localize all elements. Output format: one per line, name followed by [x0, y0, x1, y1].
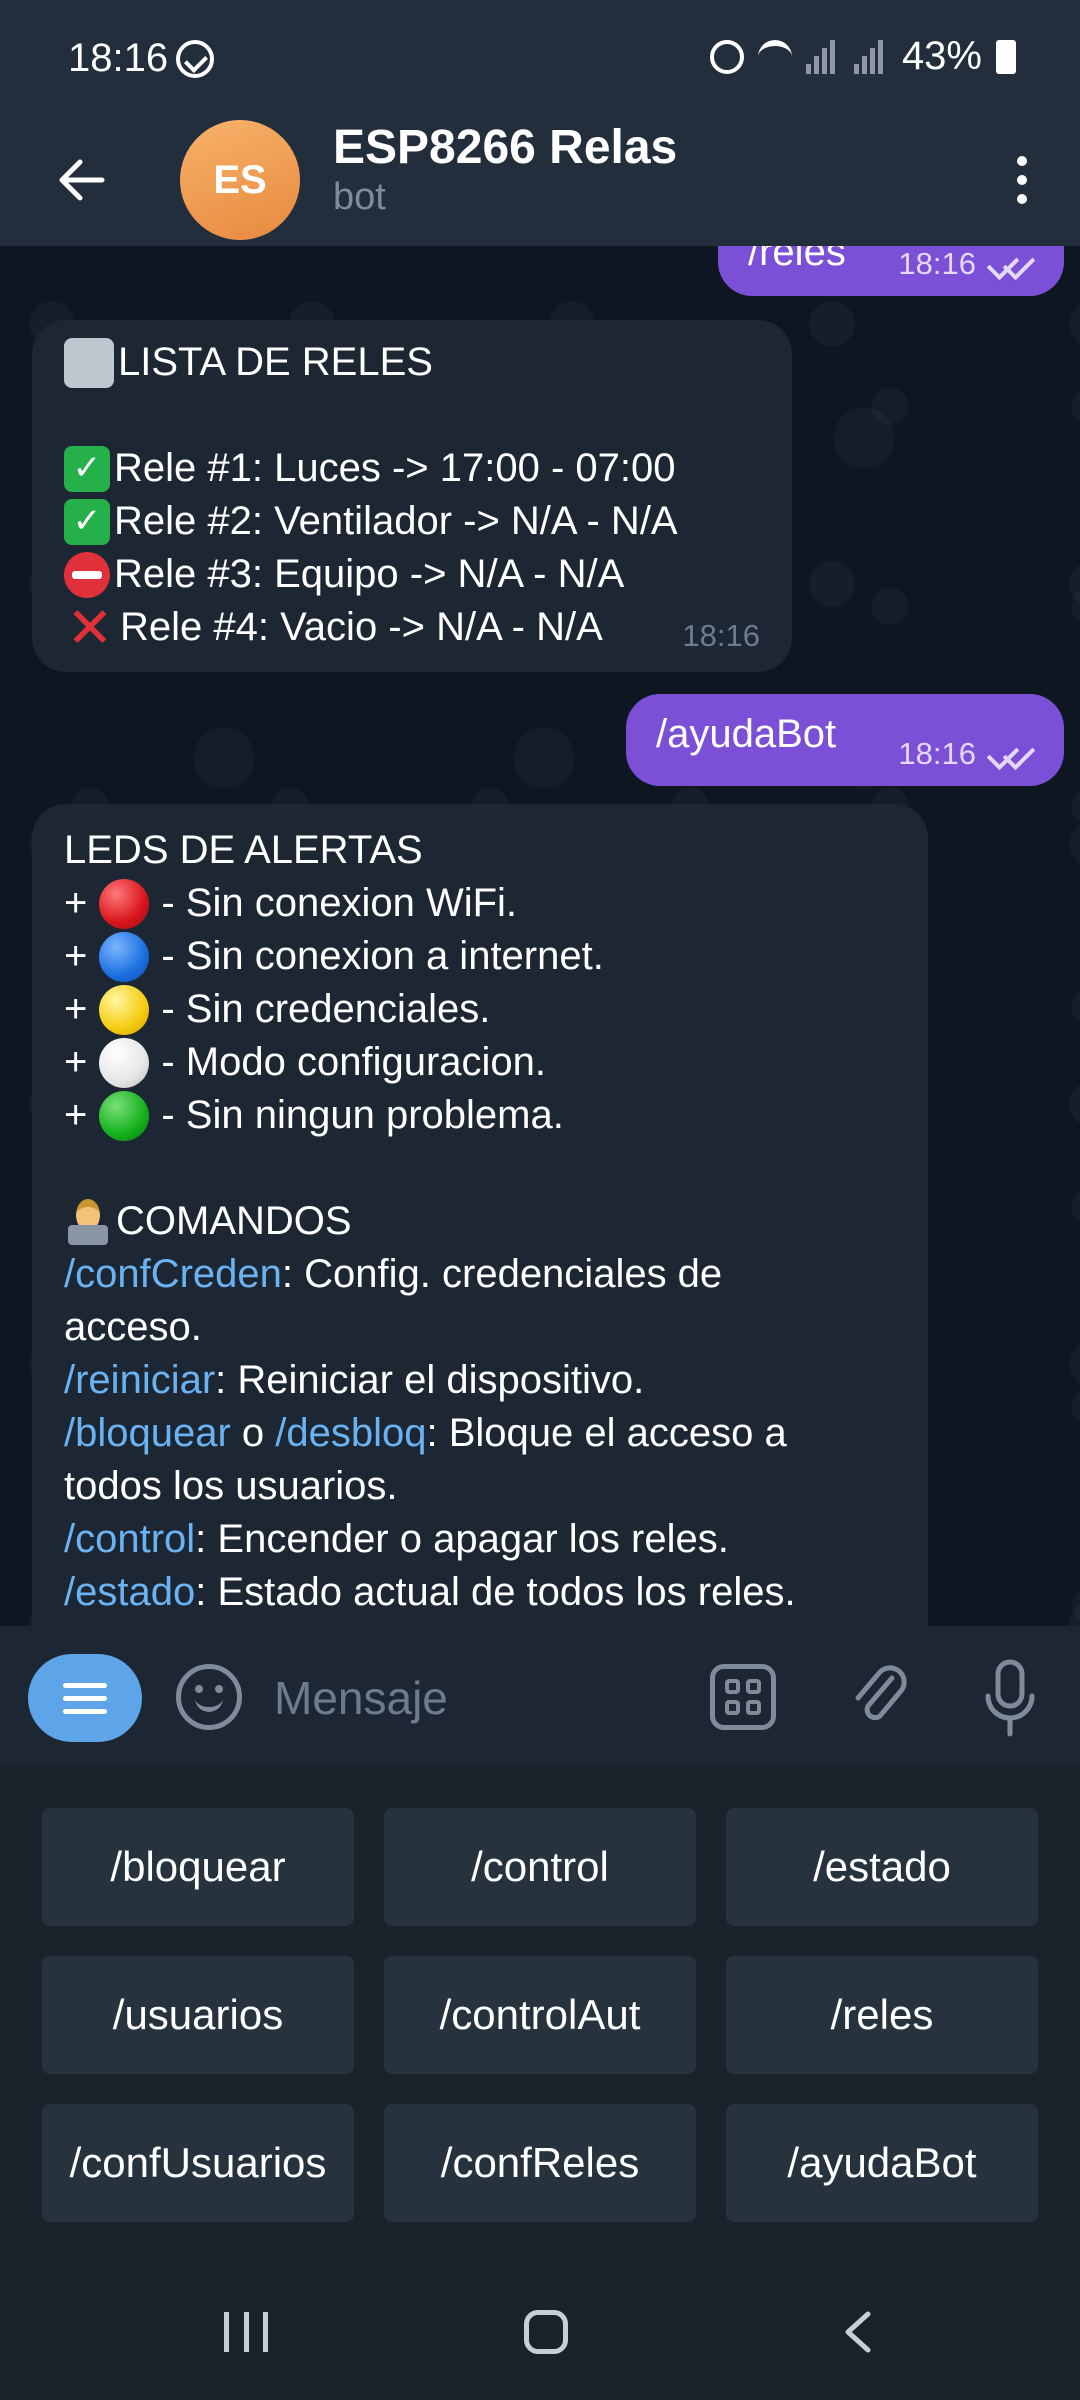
green-circle-icon: [99, 1090, 150, 1141]
command-link[interactable]: /control: [64, 1513, 195, 1566]
paperclip-icon[interactable]: [848, 1656, 908, 1736]
battery-icon: [996, 39, 1016, 74]
back-button[interactable]: [44, 142, 120, 218]
check-mark-icon: ✓: [64, 498, 110, 545]
command-line: /reiniciar: Reiniciar el dispositivo.: [64, 1354, 896, 1407]
cross-mark-icon: ✕: [66, 596, 114, 659]
message-incoming[interactable]: LEDS DE ALERTAS + - Sin conexion WiFi. + -…: [32, 804, 928, 1626]
bot-keyboard: /bloquear /control /estado /usuarios /co…: [0, 1766, 1080, 2266]
led-line: + - Modo configuracion.: [64, 1036, 896, 1089]
wifi-icon: [757, 39, 792, 74]
relay-line: Rele #4: Vacio -> N/A - N/A: [120, 605, 603, 649]
signal-icon: [853, 39, 888, 74]
avatar[interactable]: ES: [180, 120, 300, 240]
battery-percent: 43%: [901, 34, 982, 78]
check-mark-icon: ✓: [64, 445, 110, 492]
emoji-icon[interactable]: [176, 1664, 242, 1730]
command-line: /estado: Estado actual de todos los rele…: [64, 1566, 896, 1619]
message-meta: 18:16: [898, 246, 1034, 290]
relay-line: Rele #3: Equipo -> N/A - N/A: [114, 552, 625, 596]
command-line: /confCreden: Config. credenciales de: [64, 1248, 896, 1301]
message-line: ✓ Rele #1: Luces -> 17:00 - 07:00: [64, 442, 760, 495]
back-icon[interactable]: [842, 2310, 872, 2354]
message-incoming[interactable]: LISTA DE RELES ✓ Rele #1: Luces -> 17:00…: [32, 320, 792, 672]
chat-history[interactable]: /reles 18:16 LISTA DE RELES ✓ Rele #1: L…: [0, 246, 1080, 1626]
message-meta: 18:16: [682, 609, 760, 662]
chat-subtitle: bot: [333, 176, 386, 218]
message-time: 18:16: [682, 618, 760, 653]
commands-title: COMANDOS: [116, 1199, 352, 1243]
command-line-cont: acceso.: [64, 1305, 202, 1349]
led-line: + - Sin credenciales.: [64, 983, 896, 1036]
message-line: ✓ Rele #2: Ventilador -> N/A - N/A: [64, 495, 760, 548]
more-menu-button[interactable]: [992, 140, 1052, 220]
message-input-bar: [0, 1626, 1080, 1766]
alarm-icon: [709, 39, 744, 74]
keyboard-button[interactable]: /control: [384, 1808, 696, 1926]
microphone-icon[interactable]: [980, 1656, 1040, 1740]
leds-title: LEDS DE ALERTAS: [64, 828, 423, 872]
message-text: /ayudaBot: [656, 712, 837, 756]
command-line: /control: Encender o apagar los reles.: [64, 1513, 896, 1566]
command-link[interactable]: /desbloq: [275, 1407, 426, 1460]
led-line: + - Sin conexion WiFi.: [64, 877, 896, 930]
message-time: 18:16: [898, 736, 976, 771]
message-outgoing[interactable]: /ayudaBot 18:16: [626, 694, 1064, 786]
message-line: COMANDOS: [64, 1195, 896, 1248]
keyboard-button[interactable]: /usuarios: [42, 1956, 354, 2074]
relay-line: Rele #1: Luces -> 17:00 - 07:00: [114, 446, 676, 490]
command-line-cont: todos los usuarios.: [64, 1464, 398, 1508]
home-icon[interactable]: [524, 2310, 568, 2354]
recent-apps-icon[interactable]: [224, 2312, 268, 2352]
command-line: /bloquear o /desbloq: Bloque el acceso a: [64, 1407, 896, 1460]
double-check-icon: [986, 250, 1034, 278]
keyboard-button[interactable]: /confReles: [384, 2104, 696, 2222]
command-link[interactable]: /confCreden: [64, 1248, 282, 1301]
red-circle-icon: [99, 878, 150, 929]
relay-line: Rele #2: Ventilador -> N/A - N/A: [114, 499, 678, 543]
message-line: Rele #3: Equipo -> N/A - N/A: [64, 548, 760, 601]
blue-circle-icon: [99, 931, 150, 982]
message-line: ✕ Rele #4: Vacio -> N/A - N/A: [64, 596, 760, 659]
message-text: /reles: [748, 246, 846, 274]
message-outgoing[interactable]: /reles 18:16: [718, 246, 1064, 296]
message-time: 18:16: [898, 246, 976, 281]
keyboard-button[interactable]: /confUsuarios: [42, 2104, 354, 2222]
bot-keyboard-toggle-button[interactable]: [28, 1654, 142, 1742]
status-icons: 43%: [709, 34, 1016, 79]
keyboard-button[interactable]: /ayudaBot: [726, 2104, 1038, 2222]
keyboard-button[interactable]: /reles: [726, 1956, 1038, 2074]
arrow-left-icon: [59, 159, 105, 201]
keyboard-button[interactable]: /bloquear: [42, 1808, 354, 1926]
chat-title[interactable]: ESP8266 Relas: [333, 120, 677, 175]
command-link[interactable]: /bloquear: [64, 1407, 231, 1460]
status-time: 18:16: [68, 36, 169, 80]
keyboard-button[interactable]: /estado: [726, 1808, 1038, 1926]
control-knobs-icon: [64, 337, 114, 388]
sync-icon: [176, 40, 214, 78]
led-line: + - Sin ningun problema.: [64, 1089, 896, 1142]
bot-commands-icon[interactable]: [710, 1664, 776, 1730]
signal-icon: [805, 39, 840, 74]
yellow-circle-icon: [99, 984, 150, 1035]
no-entry-icon: [64, 551, 110, 598]
white-circle-icon: [99, 1037, 150, 1088]
double-check-icon: [986, 740, 1034, 768]
system-nav-bar: [0, 2266, 1080, 2400]
technologist-icon: [64, 1197, 112, 1247]
message-meta: 18:16: [898, 727, 1034, 780]
status-bar: 18:16 43%: [0, 0, 1080, 120]
command-link[interactable]: /reiniciar: [64, 1354, 215, 1407]
message-line: LISTA DE RELES: [64, 336, 760, 389]
chat-header: ES ESP8266 Relas bot: [0, 120, 1080, 246]
led-line: + - Sin conexion a internet.: [64, 930, 896, 983]
relay-list-title: LISTA DE RELES: [118, 340, 433, 384]
keyboard-button[interactable]: /controlAut: [384, 1956, 696, 2074]
command-link[interactable]: /estado: [64, 1566, 195, 1619]
message-input[interactable]: [274, 1666, 654, 1730]
